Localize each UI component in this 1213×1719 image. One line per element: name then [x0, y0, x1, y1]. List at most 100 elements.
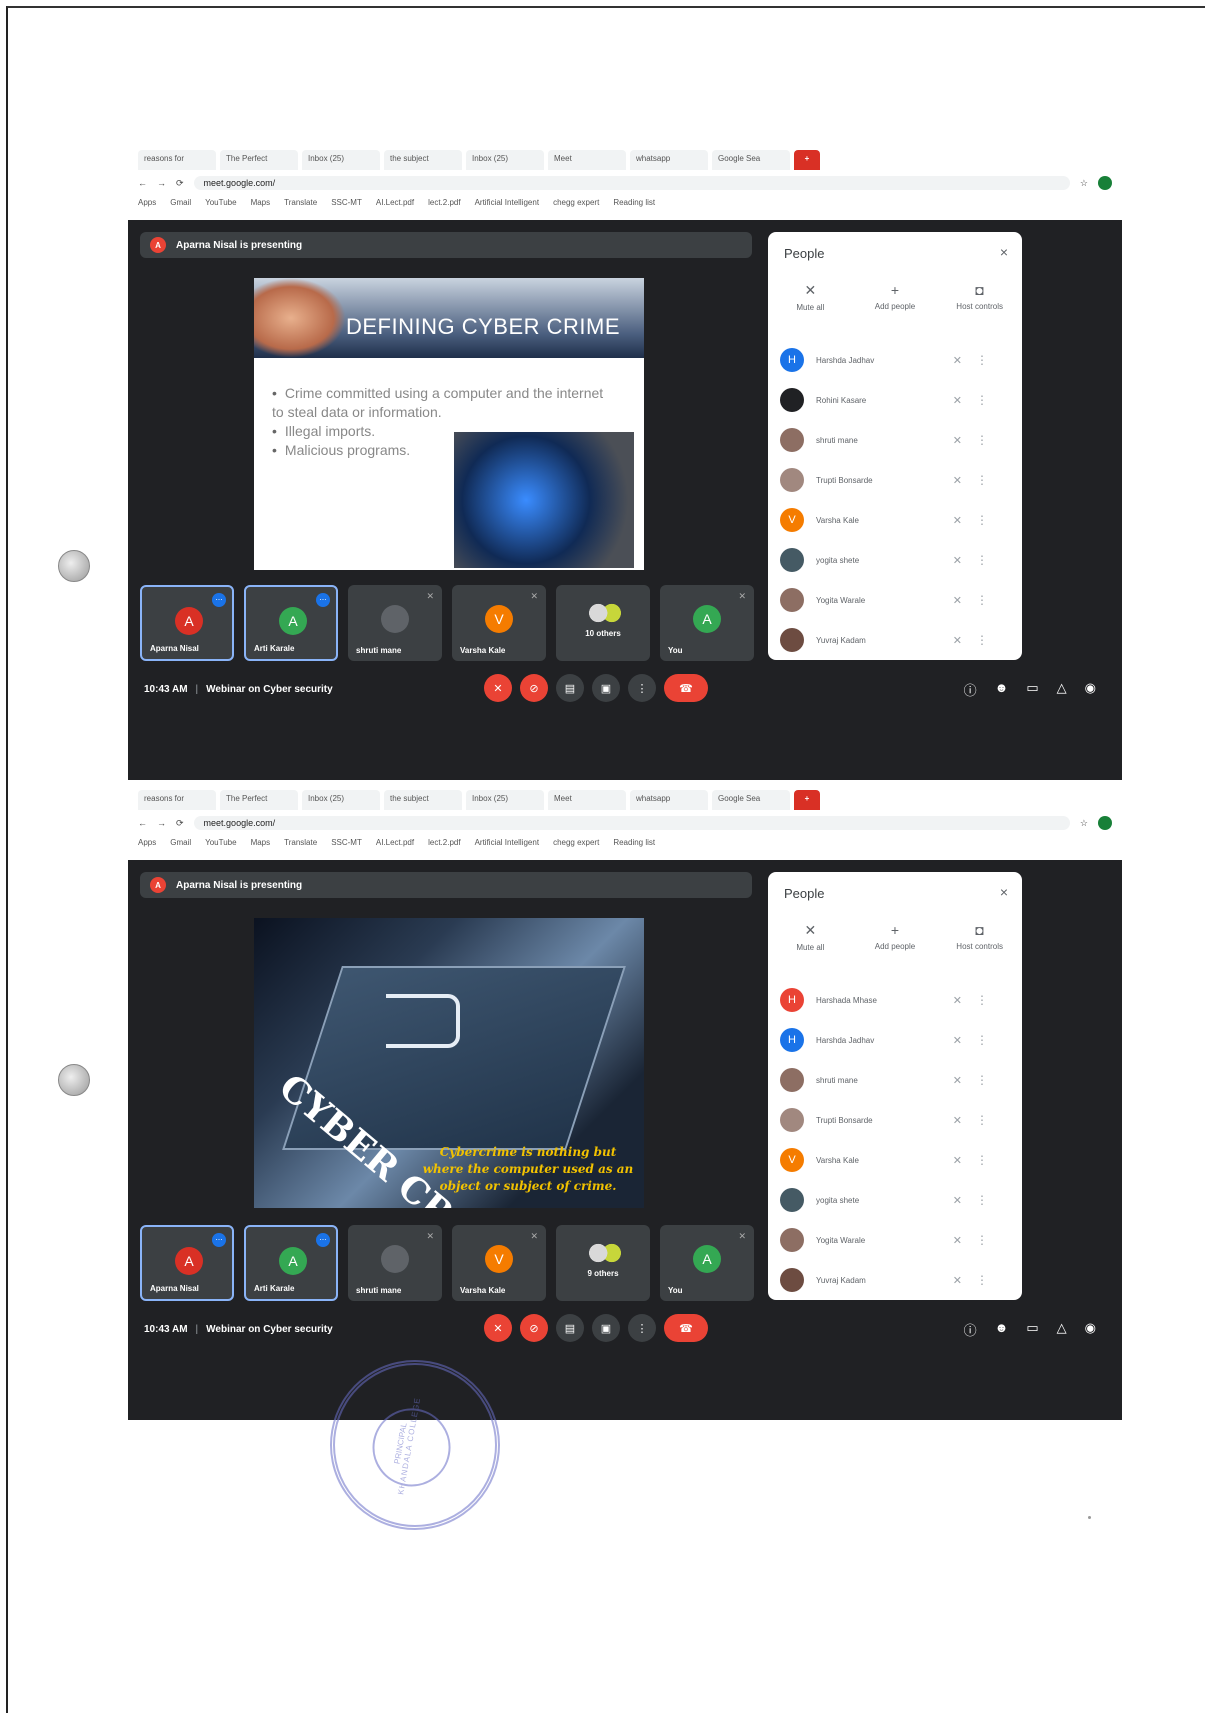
- close-icon[interactable]: ×: [1000, 244, 1008, 260]
- browser-tab[interactable]: Meet: [548, 790, 626, 810]
- list-item[interactable]: Trupti Bonsarde ✕ ⋮: [780, 460, 1010, 500]
- more-icon[interactable]: ⋮: [976, 1113, 988, 1127]
- more-icon[interactable]: ⋮: [976, 993, 988, 1007]
- more-icon[interactable]: ⋮: [976, 1273, 988, 1287]
- more-icon[interactable]: ⋮: [976, 633, 988, 647]
- participant-tile[interactable]: ⋯ A Arti Karale: [244, 585, 338, 661]
- profile-avatar[interactable]: [1098, 176, 1112, 190]
- mic-off-icon[interactable]: ✕: [953, 1074, 962, 1087]
- people-icon[interactable]: ☻: [995, 1320, 1009, 1339]
- new-tab-button[interactable]: +: [794, 790, 820, 810]
- browser-tab[interactable]: Inbox (25): [466, 790, 544, 810]
- participant-tile[interactable]: ⋯ A Arti Karale: [244, 1225, 338, 1301]
- mic-off-icon[interactable]: ✕: [953, 474, 962, 487]
- star-icon[interactable]: ☆: [1080, 178, 1088, 189]
- present-button[interactable]: ▣: [592, 674, 620, 702]
- others-tile[interactable]: 10 others: [556, 585, 650, 661]
- list-item[interactable]: shruti mane ✕ ⋮: [780, 420, 1010, 460]
- more-icon[interactable]: ⋮: [976, 1193, 988, 1207]
- mic-off-icon[interactable]: ✕: [953, 634, 962, 647]
- more-icon[interactable]: ⋮: [976, 1073, 988, 1087]
- mic-off-icon[interactable]: ✕: [953, 514, 962, 527]
- browser-tab[interactable]: Inbox (25): [466, 150, 544, 170]
- participant-tile[interactable]: ✕ V Varsha Kale: [452, 585, 546, 661]
- list-item[interactable]: H Harshda Jadhav ✕ ⋮: [780, 1020, 1010, 1060]
- bookmark[interactable]: SSC-MT: [331, 198, 362, 214]
- url-field[interactable]: meet.google.com/: [193, 816, 1070, 830]
- mic-off-icon[interactable]: ✕: [953, 394, 962, 407]
- leave-call-button[interactable]: ☎: [664, 674, 708, 702]
- bookmark[interactable]: SSC-MT: [331, 838, 362, 854]
- back-icon[interactable]: ←: [138, 178, 147, 188]
- present-button[interactable]: ▣: [592, 1314, 620, 1342]
- more-icon[interactable]: ⋮: [976, 553, 988, 567]
- browser-tab[interactable]: whatsapp: [630, 790, 708, 810]
- activities-icon[interactable]: △: [1057, 1320, 1067, 1339]
- participant-tile[interactable]: ✕ shruti mane: [348, 1225, 442, 1301]
- bookmark[interactable]: Apps: [138, 838, 156, 854]
- captions-button[interactable]: ▤: [556, 1314, 584, 1342]
- mute-all-button[interactable]: ✕ Mute all: [775, 922, 845, 952]
- bookmark[interactable]: Translate: [284, 198, 317, 214]
- mic-toggle-button[interactable]: ✕: [484, 1314, 512, 1342]
- bookmark[interactable]: AI.Lect.pdf: [376, 838, 414, 854]
- browser-tab[interactable]: whatsapp: [630, 150, 708, 170]
- mic-off-icon[interactable]: ✕: [953, 1234, 962, 1247]
- chat-icon[interactable]: ▭: [1026, 1320, 1038, 1339]
- mic-off-icon[interactable]: ✕: [953, 1154, 962, 1167]
- list-item[interactable]: Yogita Warale ✕ ⋮: [780, 580, 1010, 620]
- more-icon[interactable]: ⋮: [976, 393, 988, 407]
- forward-icon[interactable]: →: [157, 818, 166, 828]
- bookmark[interactable]: Translate: [284, 838, 317, 854]
- info-icon[interactable]: ⓘ: [964, 1320, 977, 1339]
- back-icon[interactable]: ←: [138, 818, 147, 828]
- people-icon[interactable]: ☻: [995, 680, 1009, 699]
- participant-tile[interactable]: ✕ V Varsha Kale: [452, 1225, 546, 1301]
- mic-off-icon[interactable]: ✕: [953, 1274, 962, 1287]
- captions-button[interactable]: ▤: [556, 674, 584, 702]
- host-controls-icon[interactable]: ◉: [1085, 1320, 1096, 1339]
- bookmark[interactable]: lect.2.pdf: [428, 198, 460, 214]
- reload-icon[interactable]: ⟳: [176, 818, 184, 829]
- bookmark[interactable]: Maps: [251, 198, 271, 214]
- mic-off-icon[interactable]: ✕: [953, 354, 962, 367]
- browser-tab[interactable]: the subject: [384, 150, 462, 170]
- leave-call-button[interactable]: ☎: [664, 1314, 708, 1342]
- participant-tile[interactable]: ⋯ A Aparna Nisal: [140, 585, 234, 661]
- host-controls-button[interactable]: ◘ Host controls: [945, 282, 1015, 312]
- bookmark[interactable]: AI.Lect.pdf: [376, 198, 414, 214]
- list-item[interactable]: yogita shete ✕ ⋮: [780, 540, 1010, 580]
- bookmark[interactable]: Artificial Intelligent: [475, 838, 539, 854]
- camera-toggle-button[interactable]: ⊘: [520, 1314, 548, 1342]
- browser-tab[interactable]: the subject: [384, 790, 462, 810]
- reading-list[interactable]: Reading list: [613, 838, 655, 854]
- more-icon[interactable]: ⋮: [976, 1233, 988, 1247]
- list-item[interactable]: V Varsha Kale ✕ ⋮: [780, 1140, 1010, 1180]
- mute-all-button[interactable]: ✕ Mute all: [775, 282, 845, 312]
- more-options-button[interactable]: ⋮: [628, 674, 656, 702]
- url-field[interactable]: meet.google.com/: [193, 176, 1070, 190]
- bookmark[interactable]: Apps: [138, 198, 156, 214]
- star-icon[interactable]: ☆: [1080, 818, 1088, 829]
- bookmark[interactable]: Artificial Intelligent: [475, 198, 539, 214]
- reload-icon[interactable]: ⟳: [176, 178, 184, 189]
- list-item[interactable]: H Harshada Mhase ✕ ⋮: [780, 980, 1010, 1020]
- more-icon[interactable]: ⋮: [976, 353, 988, 367]
- list-item[interactable]: shruti mane ✕ ⋮: [780, 1060, 1010, 1100]
- forward-icon[interactable]: →: [157, 178, 166, 188]
- profile-avatar[interactable]: [1098, 816, 1112, 830]
- mic-off-icon[interactable]: ✕: [953, 994, 962, 1007]
- bookmark[interactable]: lect.2.pdf: [428, 838, 460, 854]
- list-item[interactable]: Rohini Kasare ✕ ⋮: [780, 380, 1010, 420]
- more-icon[interactable]: ⋮: [976, 1033, 988, 1047]
- more-icon[interactable]: ⋮: [976, 1153, 988, 1167]
- bookmark[interactable]: chegg expert: [553, 198, 599, 214]
- browser-tab[interactable]: The Perfect: [220, 790, 298, 810]
- mic-off-icon[interactable]: ✕: [953, 434, 962, 447]
- bookmark[interactable]: YouTube: [205, 838, 236, 854]
- bookmark[interactable]: Maps: [251, 838, 271, 854]
- bookmark[interactable]: YouTube: [205, 198, 236, 214]
- host-controls-button[interactable]: ◘ Host controls: [945, 922, 1015, 952]
- browser-tab[interactable]: Inbox (25): [302, 790, 380, 810]
- self-tile[interactable]: ✕ A You: [660, 585, 754, 661]
